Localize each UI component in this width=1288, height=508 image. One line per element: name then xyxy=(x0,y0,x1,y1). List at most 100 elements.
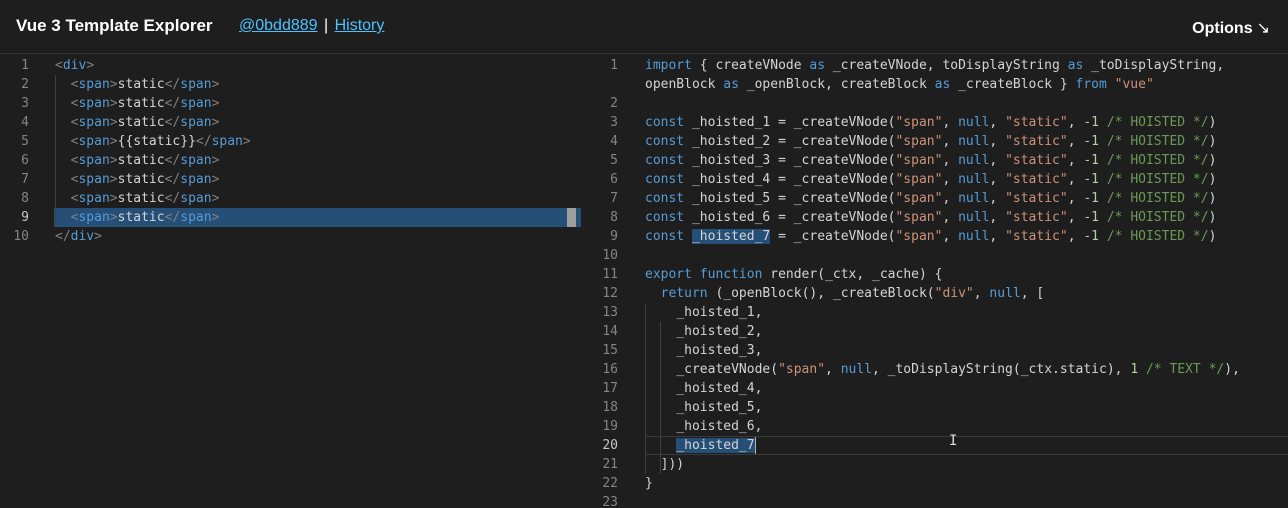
template-line[interactable]: 10 </div> xyxy=(0,227,581,246)
template-line[interactable]: 5 <span>{{static}}</span> xyxy=(0,132,581,151)
line-number: 13 xyxy=(602,305,618,320)
output-line[interactable]: 4 const _hoisted_2 = _createVNode("span",… xyxy=(582,132,1288,151)
history-link[interactable]: History xyxy=(335,17,385,34)
line-number: 19 xyxy=(602,419,618,434)
code-text: ])) xyxy=(645,457,685,472)
line-number: 3 xyxy=(610,115,618,130)
output-line[interactable]: 19 _hoisted_6, xyxy=(582,417,1288,436)
template-line[interactable]: 3 <span>static</span> xyxy=(0,94,581,113)
line-number: 18 xyxy=(602,400,618,415)
output-line[interactable]: 18 _hoisted_5, xyxy=(582,398,1288,417)
output-line[interactable]: 1 import { createVNode as _createVNode, t… xyxy=(582,56,1288,75)
line-number: 20 xyxy=(602,438,618,453)
code-text: <span>static</span> xyxy=(70,172,220,187)
output-line[interactable]: 16 _createVNode("span", null, _toDisplay… xyxy=(582,360,1288,379)
code-text: <span>static</span> xyxy=(70,115,220,130)
code-text: _hoisted_7 xyxy=(676,437,756,454)
app-title: Vue 3 Template Explorer xyxy=(16,16,213,35)
output-line[interactable]: 23 xyxy=(582,493,1288,508)
output-line[interactable]: 17 _hoisted_4, xyxy=(582,379,1288,398)
output-editor[interactable]: 1 import { createVNode as _createVNode, t… xyxy=(582,55,1288,508)
output-line[interactable]: openBlock as _openBlock, createBlock as … xyxy=(582,75,1288,94)
line-number: 11 xyxy=(602,267,618,282)
code-text: <div> xyxy=(55,58,95,73)
output-line[interactable]: 22} xyxy=(582,474,1288,493)
template-line[interactable]: 6 <span>static</span> xyxy=(0,151,581,170)
output-line[interactable]: 10 xyxy=(582,246,1288,265)
options-button[interactable]: Options ↘ xyxy=(1192,18,1270,38)
code-text: const _hoisted_1 = _createVNode("span", … xyxy=(645,115,1217,130)
link-separator: | xyxy=(323,17,329,34)
code-text: <span>{{static}}</span> xyxy=(70,134,251,149)
output-line[interactable]: 12 return (_openBlock(), _createBlock("d… xyxy=(582,284,1288,303)
line-number: 8 xyxy=(610,210,618,225)
line-number: 4 xyxy=(21,115,29,130)
output-line[interactable]: 5 const _hoisted_3 = _createVNode("span",… xyxy=(582,151,1288,170)
options-arrow-icon: ↘ xyxy=(1256,20,1270,37)
output-line[interactable]: 13 _hoisted_1, xyxy=(582,303,1288,322)
output-line[interactable]: 2 xyxy=(582,94,1288,113)
code-text: } xyxy=(645,476,653,491)
output-line[interactable]: 3 const _hoisted_1 = _createVNode("span",… xyxy=(582,113,1288,132)
line-number: 6 xyxy=(610,172,618,187)
line-number: 16 xyxy=(602,362,618,377)
code-text: _hoisted_3, xyxy=(676,343,763,358)
line-number: 9 xyxy=(21,210,29,225)
code-text: <span>static</span> xyxy=(70,191,220,206)
line-number: 2 xyxy=(21,77,29,92)
code-text: <span>static</span> xyxy=(70,96,220,111)
line-number: 5 xyxy=(610,153,618,168)
app-header: Vue 3 Template Explorer @0bdd889 | Histo… xyxy=(0,0,1288,54)
code-text: openBlock as _openBlock, createBlock as … xyxy=(645,77,1154,92)
code-text: _hoisted_1, xyxy=(676,305,763,320)
template-line[interactable]: 9 <span>static</span> xyxy=(0,208,581,227)
line-number: 22 xyxy=(602,476,618,491)
template-editor[interactable]: 1 <div> 2 <span>static</span> 3 <span>stati… xyxy=(0,55,581,508)
code-text: const _hoisted_2 = _createVNode("span", … xyxy=(645,134,1217,149)
output-line[interactable]: 21 ])) xyxy=(582,455,1288,474)
output-line[interactable]: 15 _hoisted_3, xyxy=(582,341,1288,360)
output-line[interactable]: 7 const _hoisted_5 = _createVNode("span",… xyxy=(582,189,1288,208)
line-number: 8 xyxy=(21,191,29,206)
code-text: _hoisted_2, xyxy=(676,324,763,339)
template-line[interactable]: 8 <span>static</span> xyxy=(0,189,581,208)
code-text: <span>static</span> xyxy=(70,77,220,92)
line-number: 7 xyxy=(610,191,618,206)
template-line[interactable]: 2 <span>static</span> xyxy=(0,75,581,94)
output-line[interactable]: 6 const _hoisted_4 = _createVNode("span",… xyxy=(582,170,1288,189)
line-number: 14 xyxy=(602,324,618,339)
code-text: export function render(_ctx, _cache) { xyxy=(645,267,943,282)
code-text: const _hoisted_3 = _createVNode("span", … xyxy=(645,153,1217,168)
line-number: 12 xyxy=(602,286,618,301)
line-number: 21 xyxy=(602,457,618,472)
template-line[interactable]: 7 <span>static</span> xyxy=(0,170,581,189)
code-text: _hoisted_5, xyxy=(676,400,763,415)
code-text: const _hoisted_7 = _createVNode("span", … xyxy=(645,229,1217,244)
code-text: _hoisted_4, xyxy=(676,381,763,396)
line-number: 9 xyxy=(610,229,618,244)
line-number: 3 xyxy=(21,96,29,111)
line-number: 5 xyxy=(21,134,29,149)
line-number: 7 xyxy=(21,172,29,187)
code-text: const _hoisted_5 = _createVNode("span", … xyxy=(645,191,1217,206)
output-line[interactable]: 11 export function render(_ctx, _cache) { xyxy=(582,265,1288,284)
output-line[interactable]: 14 _hoisted_2, xyxy=(582,322,1288,341)
code-text: _createVNode("span", null, _toDisplayStr… xyxy=(676,362,1240,377)
line-number: 17 xyxy=(602,381,618,396)
output-line[interactable]: 20 _hoisted_7 xyxy=(582,436,1288,455)
options-label: Options xyxy=(1192,20,1253,37)
output-line[interactable]: 9 const _hoisted_7 = _createVNode("span",… xyxy=(582,227,1288,246)
output-line[interactable]: 8 const _hoisted_6 = _createVNode("span",… xyxy=(582,208,1288,227)
line-number: 4 xyxy=(610,134,618,149)
line-number: 10 xyxy=(13,229,29,244)
line-number: 1 xyxy=(21,58,29,73)
line-number: 23 xyxy=(602,495,618,508)
template-line[interactable]: 1 <div> xyxy=(0,56,581,75)
code-text: <span>static</span> xyxy=(70,153,220,168)
code-text: <span>static</span> xyxy=(70,210,220,225)
commit-link[interactable]: @0bdd889 xyxy=(239,17,318,34)
code-text: import { createVNode as _createVNode, to… xyxy=(645,58,1225,73)
line-number: 2 xyxy=(610,96,618,111)
template-line[interactable]: 4 <span>static</span> xyxy=(0,113,581,132)
line-number: 10 xyxy=(602,248,618,263)
